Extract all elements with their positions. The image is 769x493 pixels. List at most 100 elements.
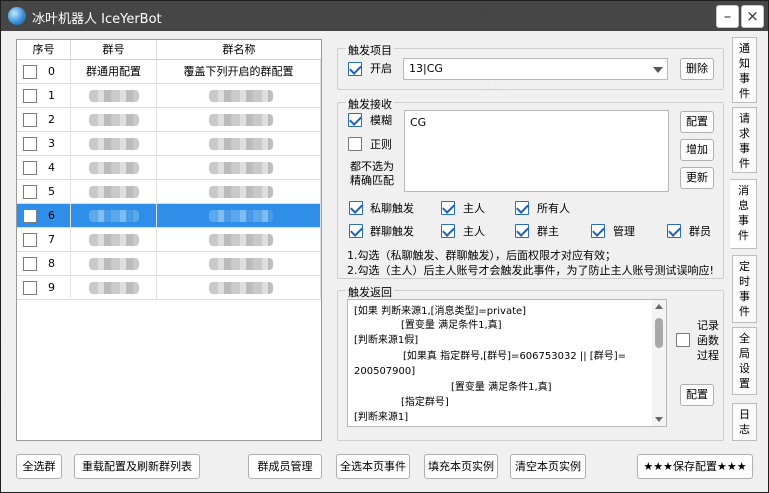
- record-process-checkbox[interactable]: [676, 333, 690, 347]
- tab-scheduled-events[interactable]: 定时事件: [732, 255, 757, 323]
- group-trigger-checkbox[interactable]: [349, 224, 363, 238]
- row-index: 0: [48, 64, 55, 78]
- tab-label: 定时事件: [739, 260, 750, 318]
- group-lord-label: 群主: [537, 225, 559, 238]
- row-index: 3: [48, 136, 55, 150]
- group-number-cell: [71, 83, 157, 108]
- group-row[interactable]: 1: [17, 83, 321, 108]
- fill-instance-button[interactable]: 填充本页实例: [424, 454, 498, 479]
- tab-log[interactable]: 日志: [732, 403, 757, 441]
- private-everyone-checkbox[interactable]: [515, 201, 529, 215]
- redacted-group-name: [209, 185, 273, 198]
- regex-checkbox[interactable]: [348, 137, 362, 151]
- group-trigger-label: 群聊触发: [370, 225, 414, 238]
- row-index: 6: [48, 208, 55, 222]
- save-config-button[interactable]: ★★★保存配置★★★: [637, 454, 753, 479]
- trigger-item-title: 触发项目: [346, 42, 394, 58]
- hint-note-1: 1.勾选（私聊触发、群聊触发），后面权限才对应有效；: [347, 249, 616, 262]
- enable-label: 开启: [370, 62, 392, 75]
- column-header-index[interactable]: 序号: [17, 40, 71, 59]
- column-header-group-name[interactable]: 群名称: [157, 40, 321, 59]
- group-admin-checkbox[interactable]: [591, 224, 605, 238]
- return-config-button[interactable]: 配置: [680, 384, 714, 406]
- window-title: 冰叶机器人 IceYerBot: [32, 12, 162, 27]
- row-checkbox[interactable]: [23, 112, 37, 127]
- group-row[interactable]: 2: [17, 107, 321, 132]
- minimize-button[interactable]: –: [716, 5, 739, 28]
- chevron-down-icon: [653, 67, 663, 73]
- private-owner-checkbox[interactable]: [441, 201, 455, 215]
- group-row[interactable]: 8: [17, 251, 321, 276]
- fuzzy-checkbox[interactable]: [348, 113, 362, 127]
- row-index: 1: [48, 88, 55, 102]
- receive-config-button[interactable]: 配置: [680, 111, 714, 133]
- update-button[interactable]: 更新: [680, 167, 714, 189]
- group-row[interactable]: 5: [17, 179, 321, 204]
- redacted-group-number: [89, 161, 139, 174]
- trigger-item-select[interactable]: 13|CG: [403, 58, 668, 80]
- group-row[interactable]: 9: [17, 275, 321, 300]
- row-index: 4: [48, 160, 55, 174]
- redacted-group-name: [209, 137, 273, 150]
- group-owner-master-label: 主人: [463, 225, 485, 238]
- row-checkbox[interactable]: [23, 88, 37, 103]
- reload-config-button[interactable]: 重载配置及刷新群列表: [74, 454, 200, 479]
- group-row[interactable]: 7: [17, 227, 321, 252]
- group-row[interactable]: 4: [17, 155, 321, 180]
- row-index: 7: [48, 232, 55, 246]
- group-list[interactable]: 序号 群号 群名称 0 群通用配置 覆盖下列开启的群配置 1 2 3 4 5 6 7 8 9: [16, 39, 322, 441]
- tab-message-events[interactable]: 消息事件: [730, 179, 757, 249]
- delete-button[interactable]: 删除: [680, 58, 714, 80]
- column-header-group-no[interactable]: 群号: [71, 40, 157, 59]
- group-row[interactable]: 0 群通用配置 覆盖下列开启的群配置: [17, 59, 321, 84]
- redacted-group-number: [89, 137, 139, 150]
- row-checkbox[interactable]: [23, 160, 37, 175]
- row-checkbox[interactable]: [23, 136, 37, 151]
- add-button[interactable]: 增加: [680, 139, 714, 161]
- clear-instance-button[interactable]: 清空本页实例: [510, 454, 586, 479]
- fuzzy-label: 模糊: [370, 114, 392, 127]
- trigger-item-value: 13|CG: [409, 62, 443, 75]
- group-row[interactable]: 3: [17, 131, 321, 156]
- enable-checkbox[interactable]: [348, 62, 362, 76]
- code-line: [判断来源1]: [354, 412, 409, 423]
- select-all-groups-button[interactable]: 全选群: [16, 454, 62, 479]
- redacted-group-number: [89, 209, 139, 222]
- group-name-cell: [157, 227, 321, 252]
- row-checkbox[interactable]: [23, 64, 37, 79]
- close-button[interactable]: ×: [741, 5, 764, 28]
- tab-label: 消息事件: [738, 184, 749, 242]
- row-checkbox[interactable]: [23, 208, 37, 223]
- keyword-input[interactable]: CG: [404, 110, 669, 192]
- redacted-group-number: [89, 281, 139, 294]
- group-number-cell: 群通用配置: [71, 59, 157, 84]
- tab-notification-events[interactable]: 通知事件: [732, 37, 757, 103]
- group-member-checkbox[interactable]: [667, 224, 681, 238]
- group-owner-master-checkbox[interactable]: [441, 224, 455, 238]
- row-checkbox[interactable]: [23, 232, 37, 247]
- scroll-up-arrow-icon[interactable]: [655, 304, 663, 309]
- group-lord-checkbox[interactable]: [515, 224, 529, 238]
- private-trigger-checkbox[interactable]: [349, 201, 363, 215]
- select-all-events-button[interactable]: 全选本页事件: [336, 454, 410, 479]
- code-line: [置变量 满足条件1,真]: [401, 320, 502, 331]
- return-script-editor[interactable]: [如果 判断来源1,[消息类型]=private] [置变量 满足条件1,真] …: [347, 299, 667, 427]
- tab-request-events[interactable]: 请求事件: [732, 107, 757, 173]
- return-scrollbar[interactable]: [652, 300, 666, 426]
- row-checkbox[interactable]: [23, 280, 37, 295]
- scroll-thumb[interactable]: [655, 318, 663, 348]
- row-index-cell: 3: [17, 131, 71, 156]
- group-name-cell: [157, 107, 321, 132]
- row-checkbox[interactable]: [23, 256, 37, 271]
- scroll-down-arrow-icon[interactable]: [655, 417, 663, 422]
- tab-global-settings[interactable]: 全局设置: [732, 327, 757, 395]
- exact-match-hint-line2: 精确匹配: [350, 174, 394, 187]
- group-number-cell: [71, 155, 157, 180]
- member-management-button[interactable]: 群成员管理: [248, 454, 322, 479]
- group-list-header: 序号 群号 群名称: [17, 40, 321, 60]
- trigger-receive-title: 触发接收: [346, 96, 394, 112]
- group-row[interactable]: 6: [17, 203, 321, 228]
- hint-note-2: 2.勾选（主人）后主人账号才会触发此事件，为了防止主人账号测试误响应!: [347, 264, 714, 277]
- row-checkbox[interactable]: [23, 184, 37, 199]
- title-bar[interactable]: 冰叶机器人 IceYerBot – ×: [1, 1, 768, 31]
